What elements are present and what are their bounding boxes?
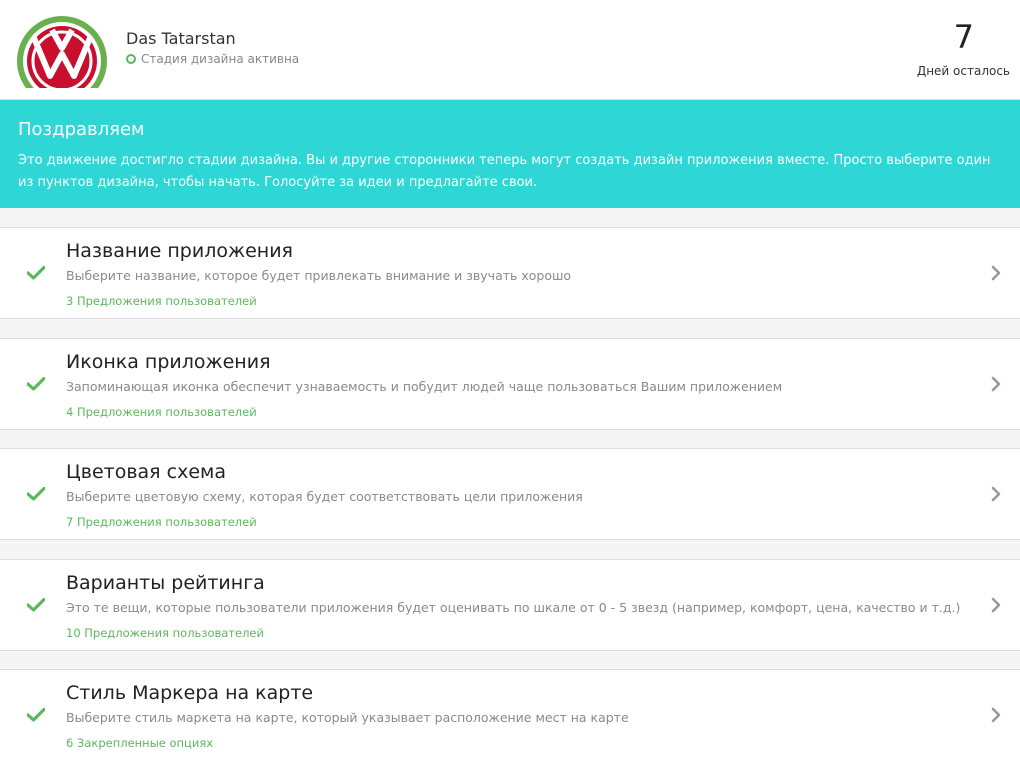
item-description: Это те вещи, которые пользователи прилож… bbox=[66, 600, 961, 615]
design-item-app-name[interactable]: Название приложения Выберите название, к… bbox=[0, 227, 1020, 319]
item-description: Выберите название, которое будет привлек… bbox=[66, 268, 572, 283]
status-text: Стадия дизайна активна bbox=[141, 52, 300, 66]
chevron-right-icon[interactable] bbox=[990, 265, 1002, 281]
design-item-color-scheme[interactable]: Цветовая схема Выберите цветовую схему, … bbox=[0, 448, 1020, 540]
project-logo[interactable] bbox=[12, 16, 112, 88]
item-title: Цветовая схема bbox=[66, 461, 226, 483]
status-line: Стадия дизайна активна bbox=[126, 52, 299, 66]
item-proposal-count[interactable]: 10 Предложения пользователей bbox=[66, 626, 264, 640]
item-proposal-count[interactable]: 3 Предложения пользователей bbox=[66, 294, 257, 308]
app-page: Das Tatarstan Стадия дизайна активна 7 Д… bbox=[0, 0, 1020, 760]
project-name[interactable]: Das Tatarstan bbox=[126, 29, 236, 48]
design-item-map-marker[interactable]: Стиль Маркера на карте Выберите стиль ма… bbox=[0, 669, 1020, 760]
item-title: Название приложения bbox=[66, 240, 293, 262]
banner-title: Поздравляем bbox=[18, 119, 145, 140]
item-title: Иконка приложения bbox=[66, 351, 271, 373]
chevron-right-icon[interactable] bbox=[990, 486, 1002, 502]
chevron-right-icon[interactable] bbox=[990, 707, 1002, 723]
congrats-banner: Поздравляем Это движение достигло стадии… bbox=[0, 100, 1020, 208]
project-header: Das Tatarstan Стадия дизайна активна 7 Д… bbox=[0, 0, 1020, 100]
status-circle-icon bbox=[126, 54, 136, 64]
banner-text: Это движение достигло стадии дизайна. Вы… bbox=[18, 153, 991, 190]
days-remaining-count: 7 bbox=[953, 18, 974, 56]
item-description: Выберите цветовую схему, которая будет с… bbox=[66, 489, 583, 504]
days-remaining-label: Дней осталось bbox=[916, 64, 1010, 78]
item-description: Выберите стиль маркета на карте, который… bbox=[66, 710, 629, 725]
item-proposal-count[interactable]: 6 Закрепленные опциях bbox=[66, 736, 213, 750]
checkmark-icon bbox=[27, 377, 45, 391]
item-proposal-count[interactable]: 4 Предложения пользователей bbox=[66, 405, 257, 419]
item-title: Варианты рейтинга bbox=[66, 572, 265, 594]
checkmark-icon bbox=[27, 598, 45, 612]
design-item-rating-options[interactable]: Варианты рейтинга Это те вещи, которые п… bbox=[0, 559, 1020, 651]
design-item-app-icon[interactable]: Иконка приложения Запоминающая иконка об… bbox=[0, 338, 1020, 430]
checkmark-icon bbox=[27, 708, 45, 722]
item-proposal-count[interactable]: 7 Предложения пользователей bbox=[66, 515, 257, 529]
chevron-right-icon[interactable] bbox=[990, 597, 1002, 613]
chevron-right-icon[interactable] bbox=[990, 376, 1002, 392]
item-title: Стиль Маркера на карте bbox=[66, 682, 314, 704]
checkmark-icon bbox=[27, 487, 45, 501]
checkmark-icon bbox=[27, 266, 45, 280]
item-description: Запоминающая иконка обеспечит узнаваемос… bbox=[66, 379, 783, 394]
